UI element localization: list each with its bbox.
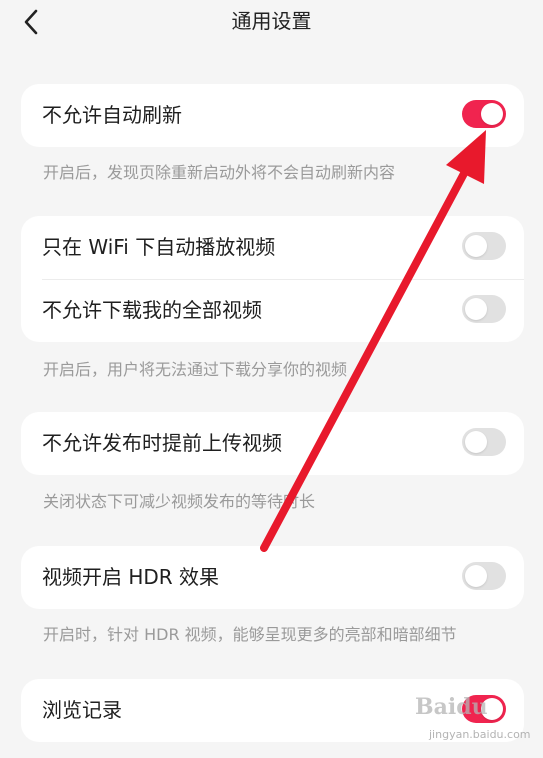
auto-refresh-toggle[interactable] [462,100,506,128]
setting-label: 不允许自动刷新 [42,103,182,127]
toggle-knob [481,698,503,720]
page-title: 通用设置 [231,9,312,33]
settings-card-auto-refresh: 不允许自动刷新 [21,84,524,147]
setting-description: 关闭状态下可减少视频发布的等待时长 [43,492,316,511]
setting-label: 只在 WiFi 下自动播放视频 [42,235,276,259]
setting-row-early-upload[interactable]: 不允许发布时提前上传视频 [21,412,524,475]
setting-label: 视频开启 HDR 效果 [42,565,220,589]
setting-label: 浏览记录 [42,698,122,722]
setting-row-disallow-download[interactable]: 不允许下载我的全部视频 [21,279,524,342]
setting-description: 开启后，发现页除重新启动外将不会自动刷新内容 [43,163,396,182]
setting-description: 开启时，针对 HDR 视频，能够呈现更多的亮部和暗部细节 [43,625,457,644]
toggle-knob [481,103,503,125]
toggle-knob [465,298,487,320]
settings-card-upload: 不允许发布时提前上传视频 [21,412,524,475]
toggle-knob [465,235,487,257]
setting-row-wifi-autoplay[interactable]: 只在 WiFi 下自动播放视频 [21,216,524,279]
early-upload-toggle[interactable] [462,428,506,456]
disallow-download-toggle[interactable] [462,295,506,323]
toggle-knob [465,565,487,587]
setting-row-hdr[interactable]: 视频开启 HDR 效果 [21,546,524,609]
setting-row-browse-history[interactable]: 浏览记录 [21,679,524,742]
setting-label: 不允许下载我的全部视频 [42,298,262,322]
toggle-knob [465,431,487,453]
settings-card-hdr: 视频开启 HDR 效果 [21,546,524,609]
setting-row-auto-refresh[interactable]: 不允许自动刷新 [21,84,524,147]
hdr-toggle[interactable] [462,562,506,590]
browse-history-toggle[interactable] [462,695,506,723]
settings-card-video: 只在 WiFi 下自动播放视频 不允许下载我的全部视频 [21,216,524,342]
header-bar: 通用设置 [0,0,543,44]
wifi-autoplay-toggle[interactable] [462,232,506,260]
setting-description: 开启后，用户将无法通过下载分享你的视频 [43,360,348,379]
settings-card-history: 浏览记录 [21,679,524,742]
setting-label: 不允许发布时提前上传视频 [42,431,282,455]
